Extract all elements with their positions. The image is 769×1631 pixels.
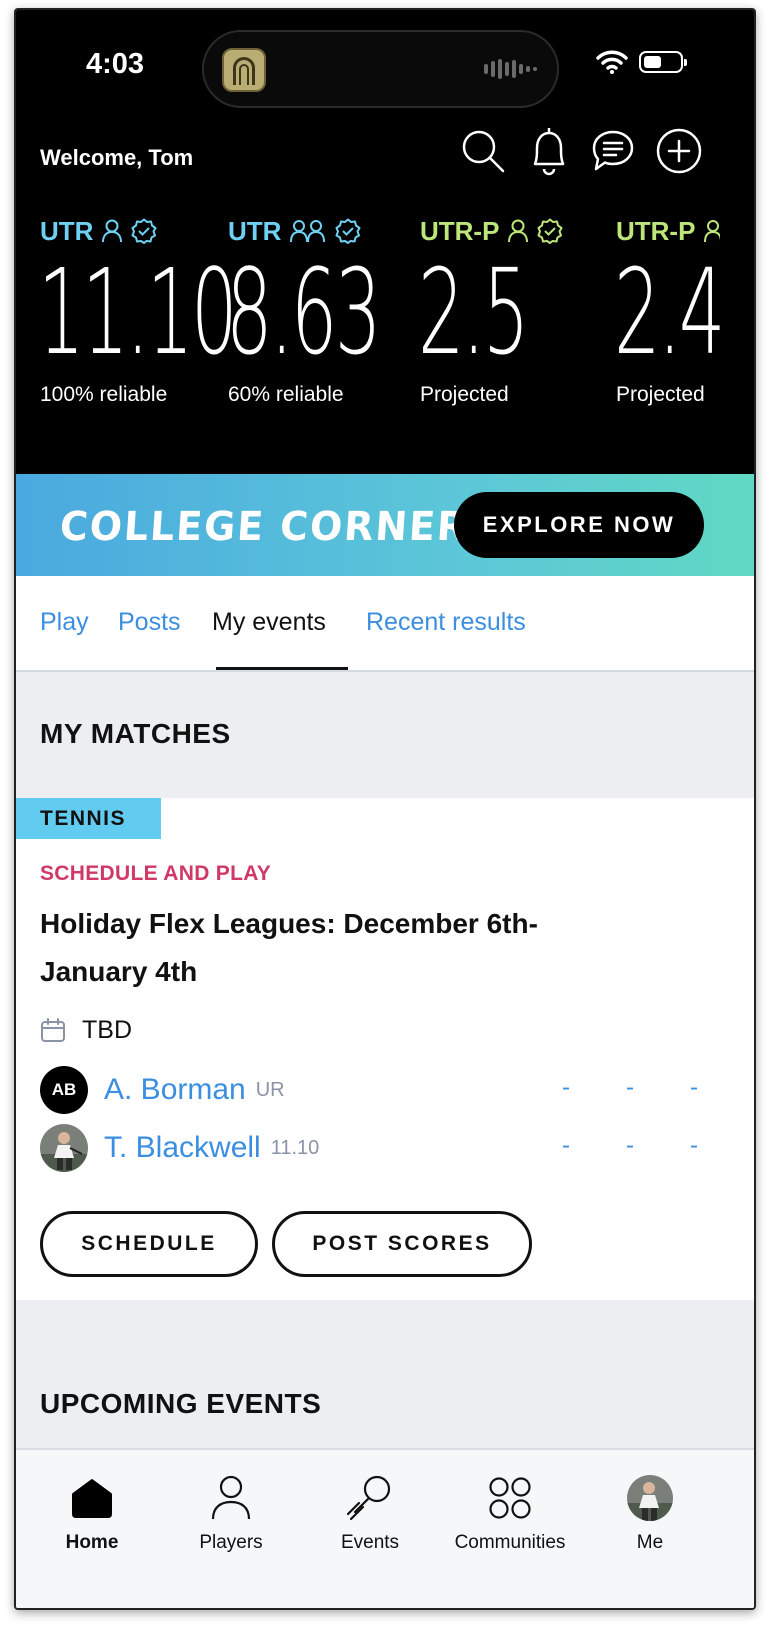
nav-communities[interactable]: Communities [440, 1472, 580, 1554]
nav-players[interactable]: Players [161, 1472, 301, 1554]
rating-reliability: 100% reliable [40, 383, 168, 406]
rating-value: 2.4 [614, 243, 720, 381]
bell-icon[interactable] [524, 126, 574, 176]
tab-play[interactable]: Play [40, 608, 89, 637]
ratings-carousel[interactable]: UTR 11.10 100% reliable UTR 8.63 60% rel… [40, 215, 720, 435]
my-matches-header: MY MATCHES [16, 672, 754, 798]
post-scores-button[interactable]: POST SCORES [272, 1211, 532, 1277]
set-score: - [626, 1132, 634, 1159]
rating-card-utrp-doubles[interactable]: UTR-P 2.4 Projected [614, 215, 720, 406]
rating-card-utrp-singles[interactable]: UTR-P 2.5 Projected [418, 215, 620, 406]
player-rating: 11.10 [270, 1136, 320, 1159]
match-card[interactable]: TENNIS SCHEDULE AND PLAY Holiday Flex Le… [16, 798, 754, 1300]
upcoming-events-title: UPCOMING EVENTS [40, 1388, 322, 1419]
audio-wave-icon [484, 58, 537, 80]
set-score: - [690, 1132, 698, 1159]
set-score: - [626, 1074, 634, 1101]
doubles-players-icon [704, 220, 720, 243]
verified-badge-icon [537, 218, 563, 244]
avatar [40, 1124, 88, 1172]
event-type: SCHEDULE AND PLAY [40, 862, 272, 885]
event-name[interactable]: Holiday Flex Leagues: December 6th-Janua… [40, 900, 600, 996]
my-matches-title: MY MATCHES [40, 718, 231, 749]
player-rating: UR [255, 1078, 285, 1101]
header: 4:03 Welcome, Tom UTR 11.10 100% reliabl… [16, 10, 754, 474]
rating-label: UTR-P [616, 215, 696, 246]
explore-now-button[interactable]: EXPLORE NOW [454, 492, 704, 558]
rating-projected: Projected [616, 383, 705, 406]
status-time: 4:03 [86, 48, 145, 80]
rating-value: 11.10 [40, 243, 238, 381]
avatar [624, 1472, 676, 1524]
player-row[interactable]: T. Blackwell 11.10 - - - [40, 1124, 700, 1172]
player-row[interactable]: AB A. Borman UR - - - [40, 1066, 700, 1114]
calendar-icon [41, 1017, 65, 1042]
avatar: AB [40, 1066, 88, 1114]
rating-projected: Projected [420, 383, 509, 406]
player-name[interactable]: A. Borman [104, 1073, 246, 1107]
live-activity-app-icon [222, 48, 266, 92]
rating-label: UTR [228, 215, 282, 246]
nav-label: Me [636, 1532, 664, 1553]
banner-title: COLLEGE CORNER [58, 504, 470, 550]
nav-label: Communities [454, 1532, 566, 1553]
nav-events[interactable]: Events [300, 1472, 440, 1554]
rating-value: 8.63 [226, 243, 381, 381]
communities-icon [484, 1472, 536, 1524]
battery-icon [639, 51, 687, 73]
plus-circle-icon[interactable] [654, 126, 704, 176]
rating-label: UTR [40, 215, 94, 246]
home-icon [66, 1472, 118, 1524]
college-corner-banner[interactable]: COLLEGE CORNER EXPLORE NOW [16, 474, 754, 576]
event-date-row: TBD [40, 1016, 132, 1045]
tab-bar: Play Posts My events Recent results [16, 576, 754, 672]
schedule-button[interactable]: SCHEDULE [40, 1211, 258, 1277]
chat-icon[interactable] [588, 126, 638, 176]
rating-reliability: 60% reliable [228, 383, 344, 406]
rating-card-utr-singles[interactable]: UTR 11.10 100% reliable [40, 215, 240, 407]
set-scores: - - - [560, 1132, 700, 1160]
doubles-players-icon [290, 220, 326, 243]
single-player-icon [508, 219, 529, 243]
phone-screen: 4:03 Welcome, Tom UTR 11.10 100% reliabl… [14, 8, 756, 1610]
event-date: TBD [82, 1016, 132, 1044]
tab-recent-results[interactable]: Recent results [366, 608, 526, 637]
sport-tag: TENNIS [16, 798, 161, 839]
verified-badge-icon [131, 218, 157, 244]
rating-label: UTR-P [420, 215, 500, 246]
tab-posts[interactable]: Posts [118, 608, 181, 637]
nav-label: Players [199, 1532, 263, 1553]
active-tab-indicator [216, 667, 348, 670]
tennis-racket-icon [344, 1472, 396, 1524]
dynamic-island [202, 30, 559, 108]
verified-badge-icon [335, 218, 361, 244]
nav-home[interactable]: Home [22, 1472, 162, 1554]
nav-label: Events [340, 1532, 400, 1553]
bottom-nav: Home Players Events Communities Me [16, 1448, 754, 1608]
set-score: - [562, 1074, 570, 1101]
set-score: - [690, 1074, 698, 1101]
welcome-text: Welcome, Tom [40, 145, 194, 170]
person-icon [205, 1472, 257, 1524]
search-icon[interactable] [458, 126, 508, 176]
single-player-icon [102, 219, 123, 243]
rating-value: 2.5 [418, 243, 529, 381]
tab-my-events[interactable]: My events [212, 608, 326, 637]
wifi-icon [596, 50, 628, 74]
nav-label: Home [65, 1532, 119, 1553]
nav-me[interactable]: Me [580, 1472, 720, 1554]
upcoming-events-section: UPCOMING EVENTS [16, 1300, 754, 1450]
rating-card-utr-doubles[interactable]: UTR 8.63 60% reliable [226, 215, 428, 407]
set-scores: - - - [560, 1074, 700, 1102]
player-name[interactable]: T. Blackwell [104, 1131, 261, 1165]
set-score: - [562, 1132, 570, 1159]
